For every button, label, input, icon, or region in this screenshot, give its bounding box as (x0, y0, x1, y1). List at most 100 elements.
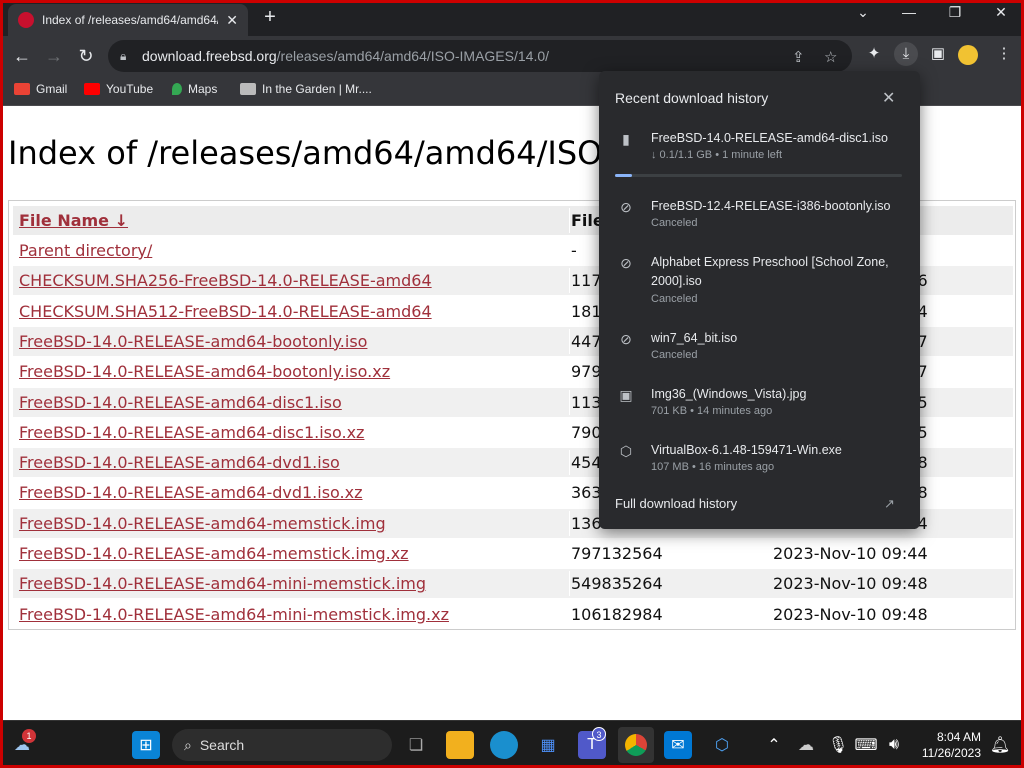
column-separator (569, 238, 570, 263)
bookmark-maps[interactable]: Maps (172, 82, 217, 96)
menu-icon[interactable]: ⋮ (992, 44, 1016, 62)
notification-bell-icon[interactable]: 🔔︎ (986, 731, 1014, 759)
file-link[interactable]: CHECKSUM.SHA256-FreeBSD-14.0-RELEASE-amd… (19, 271, 432, 290)
file-size: 106182984 (571, 604, 663, 624)
system-clock[interactable]: 8:04 AM 11/26/2023 (905, 729, 981, 761)
file-size: - (571, 241, 577, 260)
file-date: 2023-Nov-10 09:44 (773, 544, 928, 563)
back-button[interactable]: ← (10, 44, 34, 68)
file-link[interactable]: Parent directory/ (19, 241, 152, 260)
file-link[interactable]: FreeBSD-14.0-RELEASE-amd64-disc1.iso.xz (19, 423, 364, 442)
side-panel-icon[interactable]: ▣ (926, 44, 950, 62)
taskbar-search[interactable]: ⌕ Search (172, 729, 392, 761)
onedrive-icon[interactable]: ☁ (792, 731, 820, 759)
download-status: Canceled (651, 217, 698, 229)
browser-tab[interactable]: Index of /releases/amd64/amd64/ISO-IMAGE… (8, 4, 248, 36)
file-link[interactable]: FreeBSD-14.0-RELEASE-amd64-memstick.img.… (19, 544, 409, 563)
task-view-icon[interactable]: ❏ (402, 731, 430, 759)
bookmark-youtube[interactable]: YouTube (84, 82, 153, 96)
chrome-taskbar-button[interactable] (618, 727, 654, 763)
file-link[interactable]: FreeBSD-14.0-RELEASE-amd64-dvd1.iso (19, 453, 340, 472)
gmail-icon (14, 83, 30, 95)
external-link-icon[interactable]: ↗ (884, 496, 895, 512)
download-item[interactable]: ▣ Img36_(Windows_Vista).jpg 701 KB • 14 mi… (599, 383, 920, 429)
virtualbox-icon[interactable]: ⬡ (708, 731, 736, 759)
file-size: 363 (571, 483, 602, 503)
file-link[interactable]: FreeBSD-14.0-RELEASE-amd64-bootonly.iso.… (19, 362, 390, 381)
download-status: ↓ 0.1/1.1 GB • 1 minute left (651, 149, 783, 161)
mail-icon[interactable]: ✉ (664, 731, 692, 759)
network-icon[interactable]: ⌨ (852, 731, 880, 759)
download-item[interactable]: ▮ FreeBSD-14.0-RELEASE-amd64-disc1.iso ↓ 0… (599, 127, 920, 173)
download-item[interactable]: ⊘ win7_64_bit.iso Canceled (599, 327, 920, 373)
file-link[interactable]: FreeBSD-14.0-RELEASE-amd64-mini-memstick… (19, 574, 426, 593)
progress-fill (615, 174, 633, 177)
clock-time: 8:04 AM (936, 730, 981, 744)
file-explorer-icon[interactable] (446, 731, 474, 759)
column-separator (569, 450, 570, 476)
download-filename: win7_64_bit.iso (651, 331, 738, 345)
bookmark-gmail[interactable]: Gmail (14, 82, 67, 96)
downloads-title: Recent download history (615, 90, 769, 106)
bookmark-label: YouTube (106, 82, 154, 96)
download-item[interactable]: ⊘ FreeBSD-12.4-RELEASE-i386-bootonly.iso C… (599, 195, 920, 241)
store-icon[interactable]: ▦ (534, 731, 562, 759)
show-hidden-icons[interactable]: ⌃ (760, 731, 788, 759)
download-item[interactable]: ⊘ Alphabet Express Preschool [School Zone… (599, 251, 920, 317)
file-link[interactable]: FreeBSD-14.0-RELEASE-amd64-bootonly.iso (19, 332, 367, 351)
clock-date: 11/26/2023 (921, 746, 981, 760)
column-separator (569, 571, 570, 597)
restore-button[interactable]: ❐ (940, 4, 970, 21)
file-link[interactable]: CHECKSUM.SHA512-FreeBSD-14.0-RELEASE-amd… (19, 302, 432, 321)
bookmark-in-the-garden[interactable]: In the Garden | Mr.... (240, 82, 372, 96)
column-header-file-name[interactable]: File Name ↓ (19, 211, 128, 230)
download-filename: Img36_(Windows_Vista).jpg (651, 387, 807, 401)
profile-avatar[interactable] (958, 45, 978, 65)
file-link[interactable]: FreeBSD-14.0-RELEASE-amd64-memstick.img (19, 514, 386, 533)
minimize-button[interactable]: — (894, 4, 924, 20)
search-label: Search (199, 737, 245, 753)
close-window-button[interactable]: ✕ (986, 4, 1016, 21)
download-filename: FreeBSD-12.4-RELEASE-i386-bootonly.iso (651, 199, 891, 213)
download-filename: VirtualBox-6.1.48-159471-Win.exe (651, 443, 842, 457)
new-tab-button[interactable]: + (258, 6, 282, 29)
file-link[interactable]: FreeBSD-14.0-RELEASE-amd64-mini-memstick… (19, 605, 449, 624)
share-icon[interactable]: ⇪ (792, 48, 805, 66)
file-link[interactable]: FreeBSD-14.0-RELEASE-amd64-dvd1.iso.xz (19, 483, 363, 502)
image-file-icon: ▣ (619, 387, 633, 403)
column-separator (569, 541, 570, 566)
column-separator (569, 268, 570, 294)
column-separator (569, 419, 570, 445)
windows-taskbar: ☁ 1 ⊞ ⌕ Search ❏ ▦ T 3 ✉ ⬡ ⌃ ☁ 🎙︎ ⌨ 🔊︎ 8… (0, 720, 1024, 768)
downloads-icon[interactable]: ⤓ (894, 42, 918, 66)
full-download-history-link[interactable]: Full download history (615, 496, 737, 511)
reload-button[interactable]: ↻ (74, 44, 98, 68)
edge-icon[interactable] (490, 731, 518, 759)
canceled-icon: ⊘ (620, 255, 632, 271)
microphone-icon[interactable]: 🎙︎ (824, 731, 852, 759)
download-progress-bar (615, 174, 902, 177)
file-size: 979 (571, 362, 602, 382)
file-link[interactable]: FreeBSD-14.0-RELEASE-amd64-disc1.iso (19, 393, 342, 412)
file-size: 113 (571, 392, 602, 412)
column-separator (569, 359, 570, 385)
tab-title: Index of /releases/amd64/amd64/ISO-IMAGE… (42, 13, 218, 27)
download-status: 701 KB • 14 minutes ago (651, 405, 773, 417)
address-bar[interactable]: 🔒︎ download.freebsd.org/releases/amd64/a… (108, 40, 852, 72)
virtualbox-icon: ⬡ (619, 443, 633, 459)
bookmark-star-icon[interactable]: ☆ (824, 48, 837, 66)
canceled-icon: ⊘ (620, 199, 632, 215)
file-size: 447 (571, 331, 602, 351)
download-item[interactable]: ⬡ VirtualBox-6.1.48-159471-Win.exe 107 MB … (599, 439, 920, 485)
start-button[interactable]: ⊞ (132, 731, 160, 759)
forward-button[interactable]: → (42, 44, 66, 68)
garden-site-icon (240, 83, 256, 95)
close-icon[interactable]: ✕ (882, 88, 895, 108)
tab-search-icon[interactable]: ⌄ (848, 4, 878, 21)
close-tab-icon[interactable]: ✕ (226, 12, 238, 29)
volume-icon[interactable]: 🔊︎ (880, 731, 908, 759)
extensions-icon[interactable]: ✦ (862, 44, 886, 62)
chrome-icon (625, 734, 647, 756)
download-filename: FreeBSD-14.0-RELEASE-amd64-disc1.iso (651, 131, 888, 145)
lock-icon[interactable]: 🔒︎ (120, 49, 132, 63)
